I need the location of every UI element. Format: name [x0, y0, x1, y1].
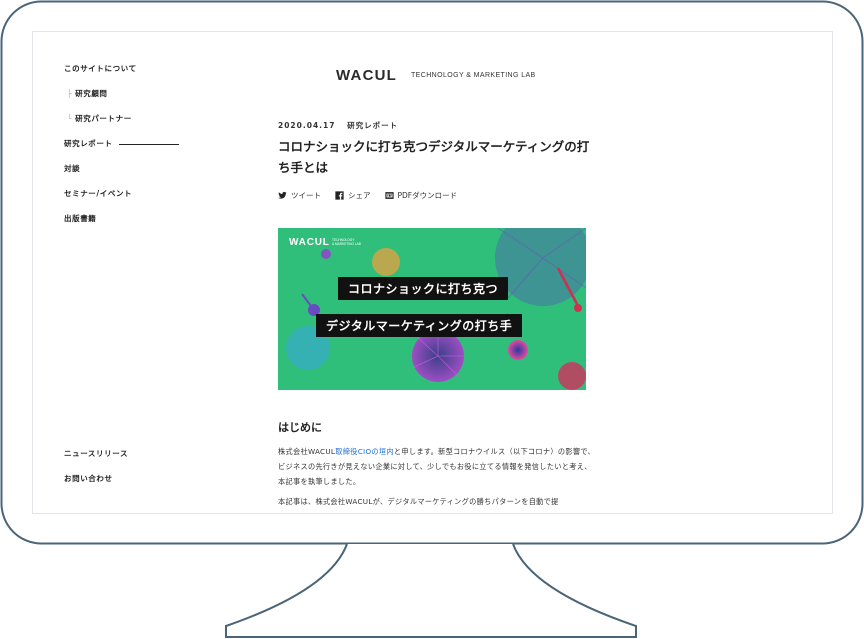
nav-item-partners[interactable]: └ 研究パートナー: [67, 113, 132, 124]
article-date: 2020.04.17: [278, 121, 336, 130]
tweet-label: ツイート: [291, 191, 321, 200]
nav-item-dialogue[interactable]: 対談: [64, 163, 80, 174]
pdf-download-button[interactable]: PDFダウンロード: [384, 190, 458, 201]
hero-logo-sub: TECHNOLOGY & MARKETING LAB: [332, 238, 361, 246]
hero-headline-1: コロナショックに打ち克つ: [338, 277, 509, 300]
facebook-icon: [335, 191, 344, 200]
article-paragraph: 本記事は、株式会社WACULが、デジタルマーケティングの勝ちパターンを自動で提: [278, 497, 559, 506]
nav-item-label: このサイトについて: [64, 64, 137, 73]
hero-logo: WACUL: [289, 237, 330, 248]
nav-item-label: 研究レポート: [64, 139, 113, 148]
nav-item-news[interactable]: ニュースリリース: [64, 448, 128, 459]
sidebar-nav: このサイトについて ├ 研究顧問 └ 研究パートナー 研究レポート 対談 セミナー/…: [64, 32, 204, 513]
article-meta: 2020.04.17 研究レポート: [278, 120, 398, 131]
twitter-icon: [278, 191, 287, 199]
nav-item-seminars[interactable]: セミナー/イベント: [64, 188, 132, 199]
paragraph-text: 株式会社WACUL: [278, 447, 336, 456]
article-paragraph: 株式会社WACUL取締役CIOの垣内と申します。新型コロナウイルス（以下コロナ）…: [278, 444, 596, 489]
tree-branch-icon: └: [67, 114, 73, 123]
section-heading: はじめに: [278, 421, 322, 434]
pdf-label: PDFダウンロード: [397, 191, 458, 200]
nav-item-advisors[interactable]: ├ 研究顧問: [67, 88, 108, 99]
browser-screen: このサイトについて ├ 研究顧問 └ 研究パートナー 研究レポート 対談 セミナー/…: [32, 31, 833, 514]
tree-branch-icon: ├: [67, 89, 73, 98]
site-brand[interactable]: WACUL TECHNOLOGY & MARKETING LAB: [336, 67, 536, 84]
site-logo: WACUL: [336, 67, 397, 84]
active-indicator: [118, 143, 179, 145]
nav-item-label: セミナー/イベント: [64, 189, 133, 198]
nav-item-label: お問い合わせ: [64, 474, 113, 483]
site-tagline: TECHNOLOGY & MARKETING LAB: [411, 72, 536, 79]
nav-item-label: 出版書籍: [64, 214, 97, 223]
nav-item-label: 研究パートナー: [75, 114, 132, 123]
nav-item-label: 対談: [64, 164, 81, 173]
nav-item-label: ニュースリリース: [64, 449, 129, 458]
tweet-button[interactable]: ツイート: [278, 190, 321, 201]
virus-illustration: [286, 228, 586, 390]
article-category[interactable]: 研究レポート: [347, 121, 398, 130]
hero-headline-2: デジタルマーケティングの打ち手: [316, 314, 523, 337]
nav-item-label: 研究顧問: [75, 89, 108, 98]
hero-image: WACUL TECHNOLOGY & MARKETING LAB コロナショック…: [278, 228, 586, 390]
nav-item-reports[interactable]: 研究レポート: [64, 138, 179, 149]
nav-item-books[interactable]: 出版書籍: [64, 213, 96, 224]
author-link[interactable]: 取締役CIOの垣内: [335, 447, 394, 456]
nav-item-contact[interactable]: お問い合わせ: [64, 473, 113, 484]
facebook-share-button[interactable]: シェア: [335, 190, 371, 201]
article-title: コロナショックに打ち克つデジタルマーケティングの打ち手とは: [278, 139, 590, 175]
share-label: シェア: [348, 191, 371, 200]
share-bar: ツイート シェア PDFダウンロード: [278, 190, 457, 201]
hero-logo-sub-line: & MARKETING LAB: [332, 242, 361, 246]
article-main: WACUL TECHNOLOGY & MARKETING LAB 2020.04…: [278, 32, 598, 513]
pdf-icon: [384, 192, 394, 199]
nav-item-about[interactable]: このサイトについて: [64, 63, 137, 74]
